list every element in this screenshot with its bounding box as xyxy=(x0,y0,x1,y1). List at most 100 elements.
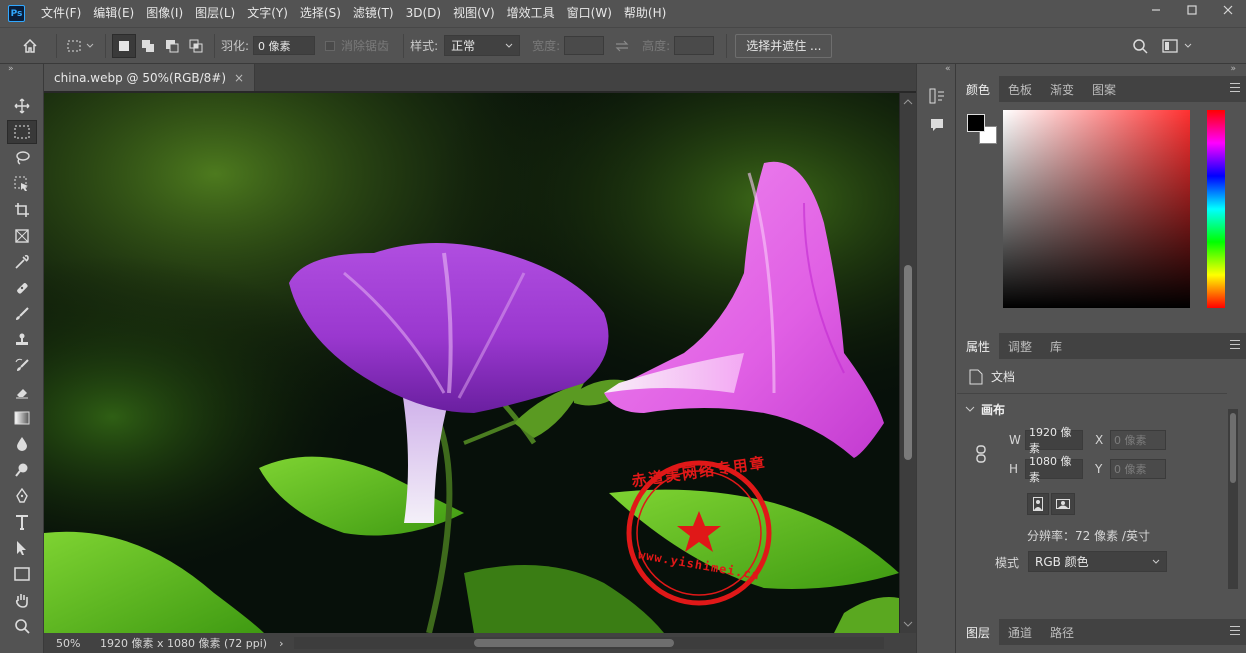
blur-icon[interactable] xyxy=(7,432,37,456)
menu-file[interactable]: 文件(F) xyxy=(35,0,87,27)
menu-window[interactable]: 窗口(W) xyxy=(561,0,618,27)
menu-image[interactable]: 图像(I) xyxy=(140,0,189,27)
width-input[interactable] xyxy=(564,36,605,55)
zoom-icon[interactable] xyxy=(7,614,37,638)
stamp-icon[interactable] xyxy=(7,328,37,352)
height-input[interactable] xyxy=(674,36,715,55)
document-tab[interactable]: china.webp @ 50%(RGB/8#) × xyxy=(44,64,256,91)
document-row: 文档 xyxy=(969,368,1015,385)
h-label: H xyxy=(1009,462,1019,476)
tab-swatches[interactable]: 色板 xyxy=(999,76,1041,102)
tab-adjustments[interactable]: 调整 xyxy=(999,333,1041,359)
dodge-icon[interactable] xyxy=(7,458,37,482)
tab-layers[interactable]: 图层 xyxy=(957,619,1000,645)
tab-paths[interactable]: 路径 xyxy=(1041,619,1083,645)
intersect-selection-icon[interactable] xyxy=(184,34,208,58)
antialias-checkbox[interactable] xyxy=(325,40,336,51)
color-field[interactable] xyxy=(1003,110,1190,308)
menu-view[interactable]: 视图(V) xyxy=(447,0,501,27)
object-select-icon[interactable] xyxy=(7,172,37,196)
eyedropper-icon[interactable] xyxy=(7,250,37,274)
history-icon[interactable] xyxy=(929,88,955,107)
gradient-icon[interactable] xyxy=(7,406,37,430)
panel-menu-icon[interactable] xyxy=(1230,340,1240,352)
status-menu-icon[interactable]: › xyxy=(279,637,283,650)
collapse-icon[interactable]: « xyxy=(917,64,955,76)
select-and-mask-button[interactable]: 选择并遮住 ... xyxy=(735,33,833,58)
workspace-chevron-icon[interactable] xyxy=(1182,34,1194,58)
menu-select[interactable]: 选择(S) xyxy=(294,0,347,27)
feather-input[interactable]: 0 像素 xyxy=(253,36,316,55)
tab-gradients[interactable]: 渐变 xyxy=(1041,76,1083,102)
properties-panel: 属性 调整 库 文档 画布 W 1920 像素 X 0 像素 H 1080 像素… xyxy=(957,333,1246,618)
menu-items: 文件(F) 编辑(E) 图像(I) 图层(L) 文字(Y) 选择(S) 滤镜(T… xyxy=(35,0,672,27)
new-selection-icon[interactable] xyxy=(112,33,136,58)
w-label: W xyxy=(1009,433,1021,447)
collapse-icon[interactable]: » xyxy=(957,64,1246,76)
portrait-orientation-icon[interactable] xyxy=(1027,493,1049,515)
foreground-color-swatch[interactable] xyxy=(967,114,985,132)
zoom-level[interactable]: 50% xyxy=(44,637,90,650)
height-field[interactable]: 1080 像素 xyxy=(1025,455,1083,484)
menu-plugins[interactable]: 增效工具 xyxy=(501,0,561,27)
y-field[interactable]: 0 像素 xyxy=(1110,459,1166,479)
panel-menu-icon[interactable] xyxy=(1230,626,1240,638)
document-tab-title: china.webp @ 50%(RGB/8#) xyxy=(54,70,227,85)
close-icon[interactable] xyxy=(1210,0,1246,20)
style-select[interactable]: 正常 xyxy=(444,35,521,56)
menu-type[interactable]: 文字(Y) xyxy=(241,0,294,27)
properties-scroll-thumb[interactable] xyxy=(1230,413,1236,483)
horizontal-scrollbar[interactable] xyxy=(294,637,884,649)
vertical-scroll-thumb[interactable] xyxy=(904,265,912,460)
panel-menu-icon[interactable] xyxy=(1230,83,1240,95)
move-icon[interactable] xyxy=(7,94,37,118)
close-tab-icon[interactable]: × xyxy=(234,71,244,85)
tab-properties[interactable]: 属性 xyxy=(957,333,1000,359)
brush-icon[interactable] xyxy=(7,302,37,326)
horizontal-scroll-thumb[interactable] xyxy=(474,639,674,647)
search-icon[interactable] xyxy=(1128,34,1152,58)
path-select-icon[interactable] xyxy=(7,536,37,560)
minimize-icon[interactable] xyxy=(1138,0,1174,20)
tab-channels[interactable]: 通道 xyxy=(999,619,1041,645)
properties-scrollbar[interactable] xyxy=(1228,409,1238,589)
vertical-scrollbar[interactable] xyxy=(900,93,916,633)
swap-icon[interactable] xyxy=(610,34,634,58)
tab-patterns[interactable]: 图案 xyxy=(1083,76,1125,102)
healing-icon[interactable] xyxy=(7,276,37,300)
type-icon[interactable] xyxy=(7,510,37,534)
collapse-icon[interactable]: » xyxy=(0,64,43,76)
frame-icon[interactable] xyxy=(7,224,37,248)
add-selection-icon[interactable] xyxy=(136,34,160,58)
hand-icon[interactable] xyxy=(7,588,37,612)
rectangle-icon[interactable] xyxy=(7,562,37,586)
history-brush-icon[interactable] xyxy=(7,354,37,378)
image-canvas[interactable]: 赤道美网络专用章 www.yishimei.cn xyxy=(44,93,899,633)
color-panel-tabs: 颜色 色板 渐变 图案 xyxy=(957,76,1246,102)
subtract-selection-icon[interactable] xyxy=(160,34,184,58)
mode-select[interactable]: RGB 颜色 xyxy=(1028,551,1167,572)
lasso-icon[interactable] xyxy=(7,146,37,170)
canvas-section-header[interactable]: 画布 xyxy=(965,401,1005,418)
maximize-icon[interactable] xyxy=(1174,0,1210,20)
menu-layer[interactable]: 图层(L) xyxy=(189,0,241,27)
hue-slider[interactable] xyxy=(1207,110,1225,308)
width-field[interactable]: 1920 像素 xyxy=(1025,426,1083,455)
pen-icon[interactable] xyxy=(7,484,37,508)
menu-edit[interactable]: 编辑(E) xyxy=(87,0,140,27)
tab-libraries[interactable]: 库 xyxy=(1041,333,1071,359)
marquee-preset-icon[interactable] xyxy=(63,34,99,58)
marquee-icon[interactable] xyxy=(7,120,37,144)
menu-3d[interactable]: 3D(D) xyxy=(400,0,447,27)
menu-filter[interactable]: 滤镜(T) xyxy=(347,0,400,27)
home-icon[interactable] xyxy=(18,34,42,58)
menu-help[interactable]: 帮助(H) xyxy=(618,0,672,27)
tab-color[interactable]: 颜色 xyxy=(957,76,1000,102)
crop-icon[interactable] xyxy=(7,198,37,222)
landscape-orientation-icon[interactable] xyxy=(1051,493,1075,515)
workspace-icon[interactable] xyxy=(1158,34,1182,58)
link-icon[interactable] xyxy=(975,445,987,463)
comments-icon[interactable] xyxy=(929,117,955,136)
x-field[interactable]: 0 像素 xyxy=(1110,430,1166,450)
eraser-icon[interactable] xyxy=(7,380,37,404)
